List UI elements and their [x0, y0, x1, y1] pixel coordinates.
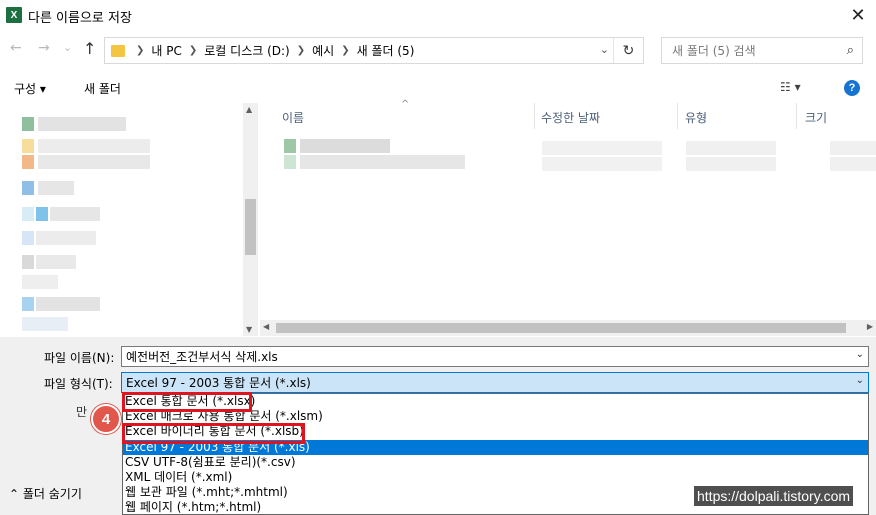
highlight-box-xlsb — [122, 423, 305, 444]
filetype-option-csv[interactable]: CSV UTF-8(쉼표로 분리)(*.csv) — [123, 455, 868, 470]
file-row-name[interactable] — [300, 155, 465, 169]
search-icon[interactable]: ⌕ — [847, 43, 854, 58]
highlight-box-xlsx — [122, 392, 252, 412]
breadcrumb-this-pc[interactable]: 내 PC — [151, 42, 181, 59]
file-row-type — [686, 141, 776, 155]
file-row-size — [830, 157, 876, 171]
scrollbar-thumb[interactable] — [245, 199, 256, 255]
close-icon[interactable]: ✕ — [844, 2, 872, 28]
address-row: ← → ⌄ ↑ ❯ 내 PC ❯ 로컬 디스크 (D:) ❯ 예시 ❯ 새 폴더… — [0, 31, 876, 71]
organize-button[interactable]: 구성 ▾ — [14, 80, 46, 97]
file-list-horizontal-scrollbar[interactable]: ◀ ▶ — [260, 320, 876, 336]
column-divider[interactable] — [796, 103, 797, 129]
scroll-right-icon[interactable]: ▶ — [867, 322, 873, 331]
nav-item-label — [38, 155, 150, 169]
scroll-up-icon[interactable]: ▲ — [246, 105, 252, 114]
column-header-type[interactable]: 유형 — [685, 109, 707, 126]
window-title: 다른 이름으로 저장 — [28, 11, 132, 26]
file-row-name[interactable] — [300, 139, 390, 153]
column-divider[interactable] — [677, 103, 678, 129]
nav-item-label — [38, 117, 126, 131]
help-icon[interactable]: ? — [844, 80, 860, 96]
chevron-right-icon[interactable]: ❯ — [136, 45, 144, 56]
title-bar: X 다른 이름으로 저장 ✕ — [0, 0, 876, 31]
address-bar[interactable]: ❯ 내 PC ❯ 로컬 디스크 (D:) ❯ 예시 ❯ 새 폴더 (5) ⌄ ↻ — [104, 37, 644, 64]
breadcrumb-example[interactable]: 예시 — [312, 42, 334, 59]
watermark-text: https://dolpali.tistory.com — [694, 486, 854, 506]
author-label: 만 — [76, 405, 88, 419]
nav-item-label — [22, 317, 68, 331]
column-header-modified[interactable]: 수정한 날짜 — [541, 109, 600, 126]
chevron-right-icon[interactable]: ❯ — [341, 45, 349, 56]
nav-item-label — [36, 231, 96, 245]
nav-item-icon — [22, 231, 34, 245]
file-row-type — [686, 157, 776, 171]
folder-icon — [111, 44, 125, 57]
search-input[interactable] — [672, 43, 842, 58]
nav-item-label — [38, 181, 74, 195]
nav-item-icon — [22, 117, 34, 131]
nav-item-label — [36, 297, 100, 311]
refresh-icon[interactable]: ↻ — [613, 38, 643, 63]
nav-item-label — [38, 139, 150, 153]
filetype-option-xml[interactable]: XML 데이터 (*.xml) — [123, 470, 868, 485]
scroll-down-icon[interactable]: ▼ — [246, 325, 252, 334]
chevron-right-icon[interactable]: ❯ — [297, 45, 305, 56]
search-box[interactable]: ⌕ — [661, 37, 863, 64]
column-header-name[interactable]: 이름 — [282, 109, 304, 126]
scroll-left-icon[interactable]: ◀ — [263, 322, 269, 331]
nav-item-icon — [22, 255, 34, 269]
filename-input[interactable] — [126, 349, 846, 364]
sort-ascending-icon: ^ — [401, 99, 410, 110]
filename-field[interactable]: ⌄ — [121, 346, 869, 367]
nav-item-label — [36, 255, 76, 269]
command-bar: 구성 ▾ 새 폴더 ☷ ▾ ? — [0, 74, 876, 102]
recent-locations-icon[interactable]: ⌄ — [63, 41, 72, 54]
forward-arrow-icon[interactable]: → — [38, 40, 50, 56]
excel-app-icon: X — [6, 7, 22, 23]
nav-item-icon — [22, 155, 34, 169]
nav-item-icon — [22, 139, 34, 153]
column-divider[interactable] — [534, 103, 535, 129]
file-row-size — [830, 141, 876, 155]
nav-item-label — [50, 207, 100, 221]
chevron-right-icon[interactable]: ❯ — [189, 45, 197, 56]
step-number-badge: 4 — [91, 404, 121, 434]
navigation-pane[interactable] — [0, 103, 258, 336]
nav-pane-scrollbar[interactable]: ▲ ▼ — [243, 103, 258, 336]
scrollbar-thumb[interactable] — [276, 323, 846, 333]
chevron-down-icon[interactable]: ⌄ — [856, 349, 864, 360]
file-list[interactable]: ^ 이름 수정한 날짜 유형 크기 — [260, 99, 876, 336]
filetype-label: 파일 형식(T): — [44, 377, 113, 391]
new-folder-button[interactable]: 새 폴더 — [84, 80, 121, 97]
hide-folders-button[interactable]: ⌃ 폴더 숨기기 — [9, 485, 82, 502]
nav-item-icon — [36, 207, 48, 221]
chevron-down-icon[interactable]: ⌄ — [600, 43, 609, 56]
file-row-date — [542, 157, 662, 171]
back-arrow-icon[interactable]: ← — [10, 40, 22, 56]
view-options-button[interactable]: ☷ ▾ — [780, 80, 801, 94]
nav-item-label — [22, 275, 58, 289]
nav-item-icon — [22, 207, 34, 221]
file-row-icon — [284, 139, 296, 153]
nav-item-icon — [22, 297, 34, 311]
breadcrumb-new-folder[interactable]: 새 폴더 (5) — [357, 42, 415, 59]
filename-label: 파일 이름(N): — [44, 351, 115, 365]
file-row-icon — [284, 155, 296, 169]
column-header-size[interactable]: 크기 — [805, 109, 827, 126]
nav-item-icon — [22, 181, 34, 195]
filetype-select[interactable]: Excel 97 - 2003 통합 문서 (*.xls) ⌄ — [121, 372, 869, 393]
up-arrow-icon[interactable]: ↑ — [83, 39, 96, 58]
file-row-date — [542, 141, 662, 155]
filetype-selected-value: Excel 97 - 2003 통합 문서 (*.xls) — [126, 376, 311, 390]
chevron-down-icon[interactable]: ⌄ — [856, 375, 864, 386]
column-header-row: ^ 이름 수정한 날짜 유형 크기 — [260, 99, 876, 129]
breadcrumb-local-disk[interactable]: 로컬 디스크 (D:) — [204, 42, 289, 59]
